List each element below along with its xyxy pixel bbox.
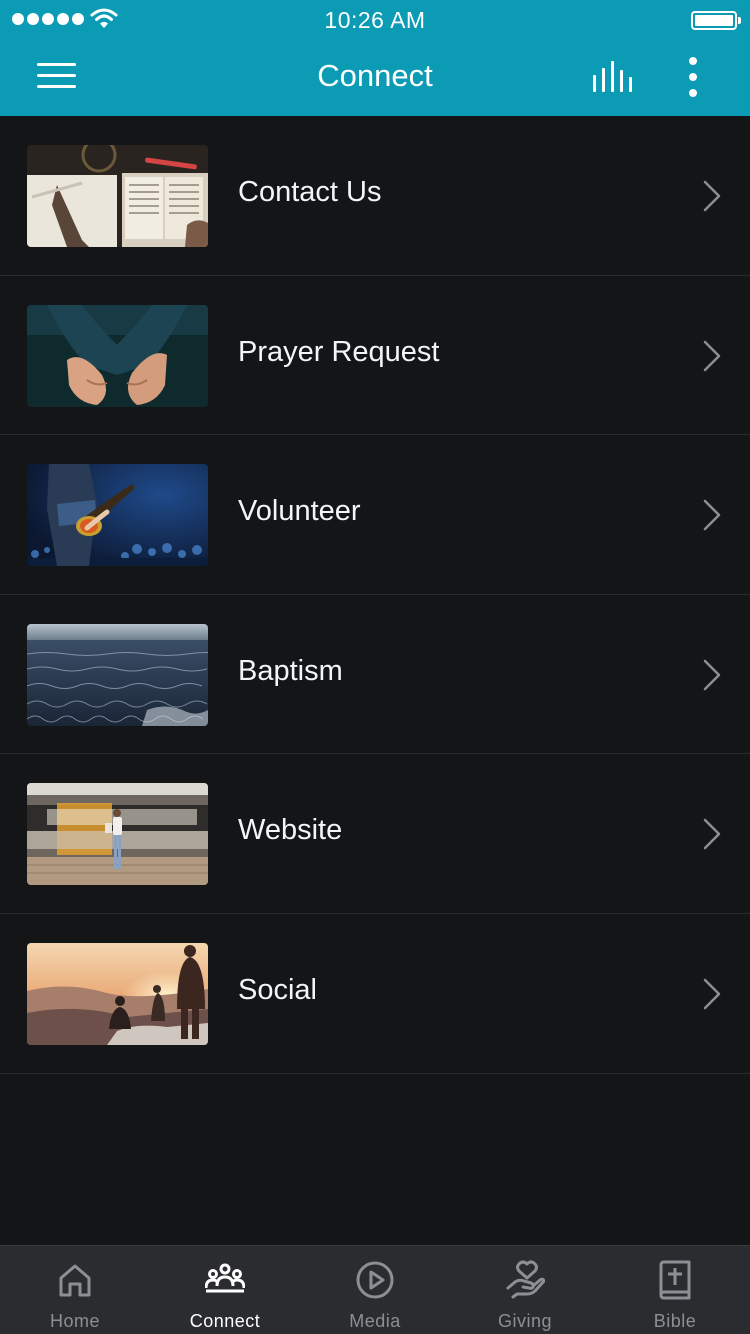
tab-home[interactable]: Home [0,1246,150,1334]
tab-connect[interactable]: Connect [150,1246,300,1334]
list-item-social[interactable]: Social [0,914,750,1074]
chevron-right-icon [703,978,721,1010]
audio-bars-icon[interactable] [588,58,638,98]
play-circle-icon [356,1261,394,1299]
heart-hand-icon [506,1260,545,1299]
volunteer-thumbnail [27,464,208,567]
list-item-label: Website [238,814,343,847]
list-item-website[interactable]: Website [0,754,750,914]
list-item-volunteer[interactable]: Volunteer [0,435,750,595]
tab-label: Giving [497,1311,553,1331]
list-item-label: Contact Us [238,176,382,208]
prayer-request-thumbnail [27,304,208,407]
contact-us-thumbnail [27,145,208,247]
chevron-right-icon [703,340,721,371]
website-thumbnail [27,783,208,886]
chevron-right-icon [703,499,721,531]
bottom-tab-bar: Home Connect Media Giving Bible [0,1245,750,1334]
list-item-contact-us[interactable]: Contact Us [0,116,750,276]
hamburger-menu-icon[interactable] [34,60,78,94]
app-screen: 10:26 AM Connect Contact Us Prayer Reque… [0,0,750,1334]
tab-label: Media [349,1311,401,1331]
list-item-prayer-request[interactable]: Prayer Request [0,276,750,436]
tab-label: Home [49,1311,100,1331]
list-item-label: Baptism [238,654,343,687]
tab-bible[interactable]: Bible [600,1246,750,1334]
list-item-label: Volunteer [238,495,361,528]
tab-label: Connect [189,1311,261,1331]
top-bar: 10:26 AM Connect [0,0,750,116]
tab-label: Bible [653,1311,697,1331]
list-item-label: Prayer Request [238,335,440,368]
chevron-right-icon [703,819,721,850]
tab-giving[interactable]: Giving [450,1246,600,1334]
social-thumbnail [27,942,208,1045]
list-item-label: Social [238,973,317,1006]
people-group-icon [205,1263,245,1293]
navigation-bar: Connect [0,40,750,116]
more-vertical-icon[interactable] [676,54,710,102]
connect-list: Contact Us Prayer Request Volunteer Bapt… [0,116,750,1074]
baptism-thumbnail [27,623,208,726]
home-icon [59,1264,91,1297]
battery-icon [691,11,741,30]
chevron-right-icon [703,659,721,691]
status-bar: 10:26 AM [0,0,750,40]
status-time: 10:26 AM [324,7,426,33]
bible-cross-icon [659,1260,691,1300]
tab-media[interactable]: Media [300,1246,450,1334]
list-item-baptism[interactable]: Baptism [0,595,750,755]
chevron-right-icon [703,180,721,212]
